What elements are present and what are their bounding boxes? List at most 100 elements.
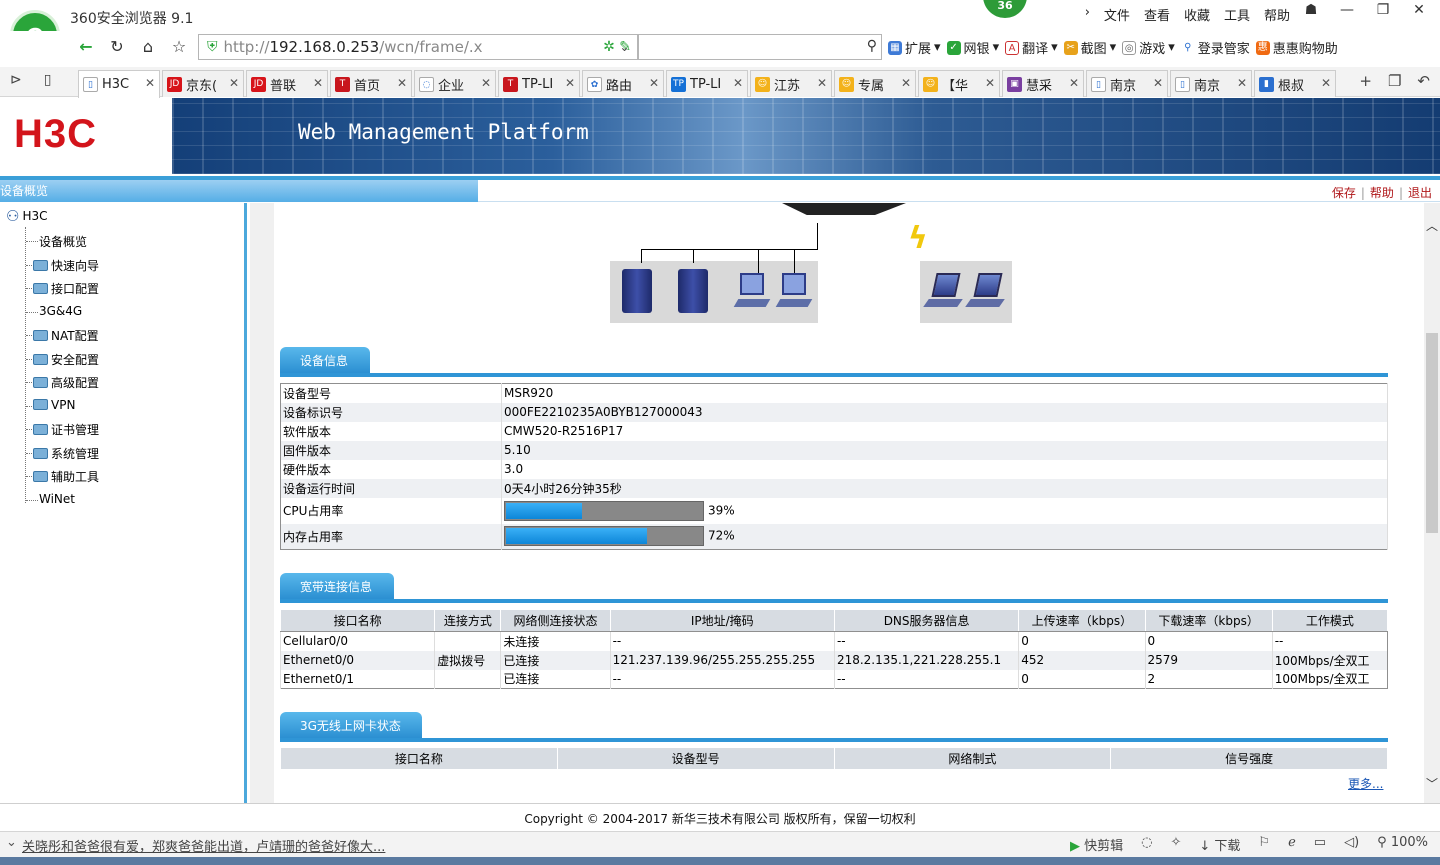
- jd-icon: JD: [167, 76, 182, 92]
- tab-close-icon[interactable]: ✕: [649, 76, 659, 90]
- scroll-down-icon[interactable]: ﹀: [1426, 775, 1438, 792]
- tree-item-11[interactable]: WiNet: [39, 492, 75, 506]
- tree-item-1[interactable]: 快速向导: [33, 257, 99, 274]
- refresh-icon[interactable]: ↻: [106, 37, 128, 59]
- menu-favorites[interactable]: 收藏: [1184, 5, 1210, 24]
- tab-close-icon[interactable]: ✕: [313, 76, 323, 90]
- new-tab-icon[interactable]: +: [1359, 72, 1372, 90]
- tree-item-3[interactable]: 3G&4G: [39, 304, 82, 318]
- star-icon[interactable]: ☆: [168, 37, 190, 59]
- extensions-button[interactable]: ▦ 扩展 ▾: [888, 38, 941, 57]
- tab-11[interactable]: ▣ 慧采 ✕: [1002, 70, 1084, 97]
- tab-close-icon[interactable]: ✕: [1321, 76, 1331, 90]
- tree-item-2[interactable]: 接口配置: [33, 280, 99, 297]
- 3g-card-table: 接口名称 设备型号 网络制式 信号强度: [280, 747, 1388, 770]
- back-arrow-icon[interactable]: ←: [75, 37, 97, 59]
- login-manager-button[interactable]: ⚲ 登录管家: [1180, 38, 1250, 57]
- tab-close-icon[interactable]: ✕: [1153, 76, 1163, 90]
- menu-file[interactable]: 文件: [1104, 5, 1130, 24]
- scrollbar-thumb[interactable]: [1426, 333, 1438, 533]
- search-input[interactable]: ⚲: [638, 34, 882, 60]
- games-button[interactable]: ◎ 游戏 ▾: [1122, 38, 1175, 57]
- tab-10[interactable]: ☺ 【华 ✕: [918, 70, 1000, 97]
- save-link[interactable]: 保存: [1332, 186, 1356, 200]
- tab-close-icon[interactable]: ✕: [565, 76, 575, 90]
- tree-item-9[interactable]: 系统管理: [33, 445, 99, 462]
- sidebar-toggle-icon[interactable]: ⊳: [10, 72, 22, 88]
- scroll-up-icon[interactable]: ︿: [1426, 217, 1438, 234]
- pc-icon: [733, 273, 771, 309]
- news-ticker[interactable]: 关晓彤和爸爸很有爱，郑爽爸爸能出道，卢靖珊的爸爸好像大...: [22, 836, 385, 855]
- home-icon[interactable]: ⌂: [137, 37, 159, 59]
- menu-view[interactable]: 查看: [1144, 5, 1170, 24]
- puzzle-icon: ▦: [888, 40, 902, 55]
- chevron-down-icon[interactable]: ⌄: [6, 835, 17, 850]
- scrollbar[interactable]: ︿ ﹀: [1424, 203, 1440, 803]
- tab-close-icon[interactable]: ✕: [481, 76, 491, 90]
- tab-9[interactable]: ☺ 专属 ✕: [834, 70, 916, 97]
- volume-icon[interactable]: ◁): [1344, 835, 1359, 854]
- tab-close-icon[interactable]: ✕: [817, 76, 827, 90]
- tab-close-icon[interactable]: ✕: [901, 76, 911, 90]
- tab-6[interactable]: ✿ 路由 ✕: [582, 70, 664, 97]
- download-button[interactable]: ↓ 下载: [1199, 835, 1240, 854]
- flag-icon[interactable]: ⚐: [1258, 835, 1270, 854]
- table-cell: Ethernet0/1: [279, 669, 435, 689]
- tab-5[interactable]: T TP-LI ✕: [498, 70, 580, 97]
- shirt-icon[interactable]: ☗: [1298, 2, 1324, 18]
- tab-close-icon[interactable]: ✕: [397, 76, 407, 90]
- help-link[interactable]: 帮助: [1370, 186, 1394, 200]
- notification-badge[interactable]: 36: [983, 0, 1027, 18]
- tab-close-icon[interactable]: ✕: [229, 76, 239, 90]
- tree-item-6[interactable]: 高级配置: [33, 374, 99, 391]
- quick-cut-button[interactable]: ▶ 快剪辑: [1070, 835, 1123, 854]
- more-link[interactable]: 更多...: [1348, 775, 1383, 792]
- close-icon[interactable]: ✕: [1406, 2, 1432, 18]
- tab-2[interactable]: JD 普联 ✕: [246, 70, 328, 97]
- screenshot-button[interactable]: ✂ 截图 ▾: [1063, 38, 1116, 57]
- tab-0[interactable]: ▯ H3C ✕: [78, 70, 160, 98]
- tree-root[interactable]: ⚇ H3C: [6, 207, 48, 225]
- tree-item-5[interactable]: 安全配置: [33, 351, 99, 368]
- tree-item-4[interactable]: NAT配置: [33, 327, 99, 344]
- phone-icon[interactable]: ▯: [44, 72, 52, 88]
- menu-help[interactable]: 帮助: [1264, 5, 1290, 24]
- address-bar[interactable]: ⛨ http://192.168.0.253/wcn/frame/.x ✲ ✎: [198, 34, 638, 60]
- tree-item-10[interactable]: 辅助工具: [33, 468, 99, 485]
- tab-12[interactable]: ▯ 南京 ✕: [1086, 70, 1168, 97]
- search-icon[interactable]: ⚲: [867, 38, 877, 54]
- zoom-control[interactable]: ⚲ 100%: [1377, 835, 1428, 854]
- tab-7[interactable]: TP TP-LI ✕: [666, 70, 748, 97]
- tab-1[interactable]: JD 京东(✕: [162, 70, 244, 97]
- window-icon[interactable]: ▭: [1314, 835, 1326, 854]
- pin-icon[interactable]: ✧: [1170, 835, 1181, 854]
- tab-close-icon[interactable]: ✕: [733, 76, 743, 90]
- tab-14[interactable]: ▮ 根叔 ✕: [1254, 70, 1336, 97]
- logout-link[interactable]: 退出: [1408, 186, 1432, 200]
- globe-icon[interactable]: ◌: [1141, 835, 1152, 854]
- tree-item-8[interactable]: 证书管理: [33, 421, 99, 438]
- ie-icon[interactable]: ℯ: [1288, 835, 1296, 854]
- table-cell: 虚拟拨号: [434, 650, 501, 670]
- bank-button[interactable]: ✓ 网银 ▾: [946, 38, 999, 57]
- minimize-icon[interactable]: —: [1334, 2, 1360, 18]
- maximize-icon[interactable]: ❐: [1370, 2, 1396, 18]
- translate-button[interactable]: A 翻译 ▾: [1005, 38, 1058, 57]
- tab-close-icon[interactable]: ✕: [1237, 76, 1247, 90]
- tab-close-icon[interactable]: ✕: [1069, 76, 1079, 90]
- tab-list-icon[interactable]: ❐: [1388, 72, 1401, 90]
- menu-tools[interactable]: 工具: [1224, 5, 1250, 24]
- tab-close-icon[interactable]: ✕: [985, 76, 995, 90]
- tab-close-icon[interactable]: ✕: [145, 76, 155, 90]
- chevron-right-icon[interactable]: ›: [1085, 5, 1090, 24]
- shopping-helper-button[interactable]: 惠惠惠购物助: [1255, 38, 1338, 57]
- tree-item-7[interactable]: VPN: [33, 398, 75, 412]
- tab-13[interactable]: ▯ 南京 ✕: [1170, 70, 1252, 97]
- tree-item-0[interactable]: 设备概览: [39, 233, 87, 250]
- tree-item-label: 辅助工具: [51, 470, 100, 484]
- undo-close-icon[interactable]: ↶: [1417, 72, 1430, 90]
- tab-4[interactable]: ◌ 企业 ✕: [414, 70, 496, 97]
- tab-3[interactable]: T 首页 ✕: [330, 70, 412, 97]
- chevron-down-icon[interactable]: ⌄: [612, 34, 638, 60]
- tab-8[interactable]: ☺ 江苏 ✕: [750, 70, 832, 97]
